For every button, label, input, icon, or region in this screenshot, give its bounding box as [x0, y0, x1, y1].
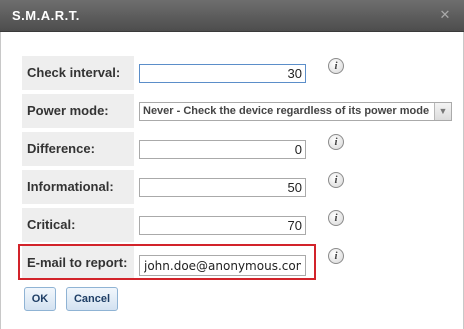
- difference-label: Difference:: [22, 132, 134, 166]
- critical-label: Critical:: [22, 208, 134, 242]
- power-mode-select[interactable]: Never - Check the device regardless of i…: [139, 102, 452, 121]
- ok-button[interactable]: OK: [24, 287, 56, 311]
- informational-label: Informational:: [22, 170, 134, 204]
- dialog-title: S.M.A.R.T.: [12, 8, 80, 23]
- check-interval-label: Check interval:: [22, 56, 134, 90]
- info-icon[interactable]: i: [328, 58, 344, 74]
- chevron-down-icon[interactable]: ▼: [434, 103, 451, 120]
- check-interval-input[interactable]: [139, 64, 306, 83]
- difference-input[interactable]: [139, 140, 306, 159]
- info-icon[interactable]: i: [328, 172, 344, 188]
- power-mode-label: Power mode:: [22, 94, 134, 128]
- check-interval-row: Check interval: i: [22, 56, 462, 90]
- difference-row: Difference: i: [22, 132, 462, 166]
- critical-row: Critical: i: [22, 208, 462, 242]
- email-field[interactable]: [139, 255, 306, 276]
- power-mode-selected-value: Never - Check the device regardless of i…: [143, 105, 430, 117]
- email-row: E-mail to report: i: [22, 246, 462, 280]
- informational-input[interactable]: [139, 178, 306, 197]
- dialog-titlebar: S.M.A.R.T. ✕: [0, 0, 464, 32]
- critical-input[interactable]: [139, 216, 306, 235]
- email-label: E-mail to report:: [22, 246, 134, 280]
- cancel-button[interactable]: Cancel: [66, 287, 118, 311]
- power-mode-row: Power mode: Never - Check the device reg…: [22, 94, 462, 128]
- info-icon[interactable]: i: [328, 210, 344, 226]
- info-icon[interactable]: i: [328, 248, 344, 264]
- informational-row: Informational: i: [22, 170, 462, 204]
- close-icon[interactable]: ✕: [438, 8, 452, 22]
- info-icon[interactable]: i: [328, 134, 344, 150]
